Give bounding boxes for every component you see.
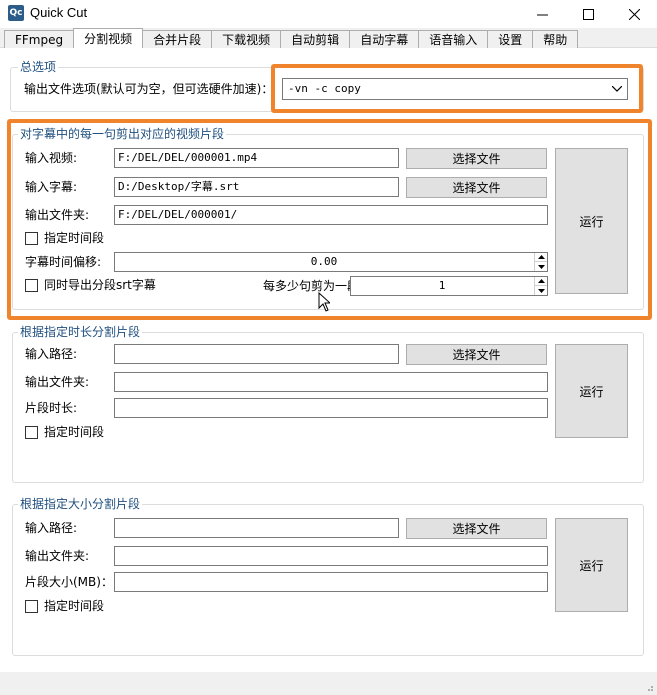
tab-voice-input[interactable]: 语音输入 xyxy=(418,30,489,48)
size-split-title: 根据指定大小分割片段 xyxy=(18,497,143,511)
time-range-checkbox[interactable] xyxy=(25,232,38,245)
duration-output-folder-label: 输出文件夹: xyxy=(25,375,90,389)
app-icon: Qc xyxy=(8,5,24,21)
tab-download-video[interactable]: 下载视频 xyxy=(211,30,282,48)
close-button[interactable] xyxy=(611,0,657,28)
segment-size-field[interactable] xyxy=(114,572,548,592)
size-time-range-checkbox[interactable] xyxy=(25,600,38,613)
size-select-file-button[interactable]: 选择文件 xyxy=(406,518,547,539)
minimize-icon xyxy=(536,14,548,15)
tab-ffmpeg[interactable]: FFmpeg xyxy=(4,30,75,48)
status-bar xyxy=(0,672,657,695)
spin-up-icon xyxy=(537,255,545,259)
maximize-button[interactable] xyxy=(565,0,611,28)
subtitle-split-run-button[interactable]: 运行 xyxy=(555,148,628,294)
size-output-folder-label: 输出文件夹: xyxy=(25,549,90,563)
subtitle-offset-label: 字幕时间偏移: xyxy=(25,255,102,269)
input-video-field[interactable]: F:/DEL/DEL/000001.mp4 xyxy=(114,148,399,168)
size-time-range-label: 指定时间段 xyxy=(44,599,105,613)
duration-split-run-button[interactable]: 运行 xyxy=(555,344,628,438)
select-video-button[interactable]: 选择文件 xyxy=(406,148,547,169)
output-folder-label: 输出文件夹: xyxy=(25,208,90,222)
duration-input-path-label: 输入路径: xyxy=(25,347,78,361)
minimize-button[interactable] xyxy=(519,0,565,28)
resize-grip-icon[interactable] xyxy=(644,682,654,692)
output-folder-field[interactable]: F:/DEL/DEL/000001/ xyxy=(114,205,548,225)
time-range-label: 指定时间段 xyxy=(44,231,105,245)
tab-auto-subtitle[interactable]: 自动字幕 xyxy=(349,30,420,48)
size-input-path-label: 输入路径: xyxy=(25,521,78,535)
per-segment-label: 每多少句剪为一段: xyxy=(263,279,364,293)
duration-split-title: 根据指定时长分割片段 xyxy=(18,325,143,339)
tab-merge-clips[interactable]: 合并片段 xyxy=(142,30,213,48)
size-input-path-field[interactable] xyxy=(114,518,399,538)
spin-down-icon xyxy=(537,288,545,293)
input-subtitle-field[interactable]: D:/Desktop/字幕.srt xyxy=(114,177,399,197)
duration-time-range-checkbox[interactable] xyxy=(25,426,38,439)
export-srt-checkbox[interactable] xyxy=(25,279,38,292)
output-options-value: -vn -c copy xyxy=(288,82,361,95)
maximize-icon xyxy=(582,8,594,20)
general-options-title: 总选项 xyxy=(18,60,59,74)
spin-arrows[interactable] xyxy=(534,277,547,295)
segment-length-field[interactable] xyxy=(114,398,548,418)
spin-down-icon xyxy=(537,264,545,269)
close-icon xyxy=(628,8,640,20)
tab-settings[interactable]: 设置 xyxy=(487,30,534,48)
output-options-label: 输出文件选项(默认可为空，但可选硬件加速)： xyxy=(24,82,274,96)
duration-input-path-field[interactable] xyxy=(114,344,399,364)
spin-arrows[interactable] xyxy=(534,253,547,271)
size-output-folder-field[interactable] xyxy=(114,546,548,566)
spin-up-icon xyxy=(537,279,545,283)
duration-time-range-label: 指定时间段 xyxy=(44,425,105,439)
duration-select-file-button[interactable]: 选择文件 xyxy=(406,344,547,365)
per-segment-spinbox[interactable]: 1 xyxy=(350,276,548,296)
duration-output-folder-field[interactable] xyxy=(114,372,548,392)
tab-split-video[interactable]: 分割视频 xyxy=(73,28,144,48)
select-subtitle-button[interactable]: 选择文件 xyxy=(406,177,547,198)
title-bar: Qc Quick Cut xyxy=(0,0,657,28)
subtitle-split-title: 对字幕中的每一句剪出对应的视频片段 xyxy=(18,127,227,141)
tab-auto-edit[interactable]: 自动剪辑 xyxy=(280,30,351,48)
segment-size-label: 片段大小(MB)： xyxy=(25,575,113,589)
subtitle-offset-value: 0.00 xyxy=(310,255,338,268)
tab-bar: FFmpeg 分割视频 合并片段 下载视频 自动剪辑 自动字幕 语音输入 设置 … xyxy=(4,28,579,48)
segment-length-label: 片段时长: xyxy=(25,401,78,415)
output-options-select[interactable]: -vn -c copy xyxy=(282,78,628,100)
per-segment-value: 1 xyxy=(438,279,446,292)
input-subtitle-label: 输入字幕: xyxy=(25,180,78,194)
window-title: Quick Cut xyxy=(30,5,88,20)
size-split-run-button[interactable]: 运行 xyxy=(555,518,628,612)
export-srt-label: 同时导出分段srt字幕 xyxy=(44,278,156,292)
subtitle-offset-spinbox[interactable]: 0.00 xyxy=(114,252,548,272)
tab-help[interactable]: 帮助 xyxy=(532,30,579,48)
chevron-down-icon xyxy=(612,86,622,92)
input-video-label: 输入视频: xyxy=(25,151,78,165)
mouse-cursor-icon xyxy=(318,292,330,312)
